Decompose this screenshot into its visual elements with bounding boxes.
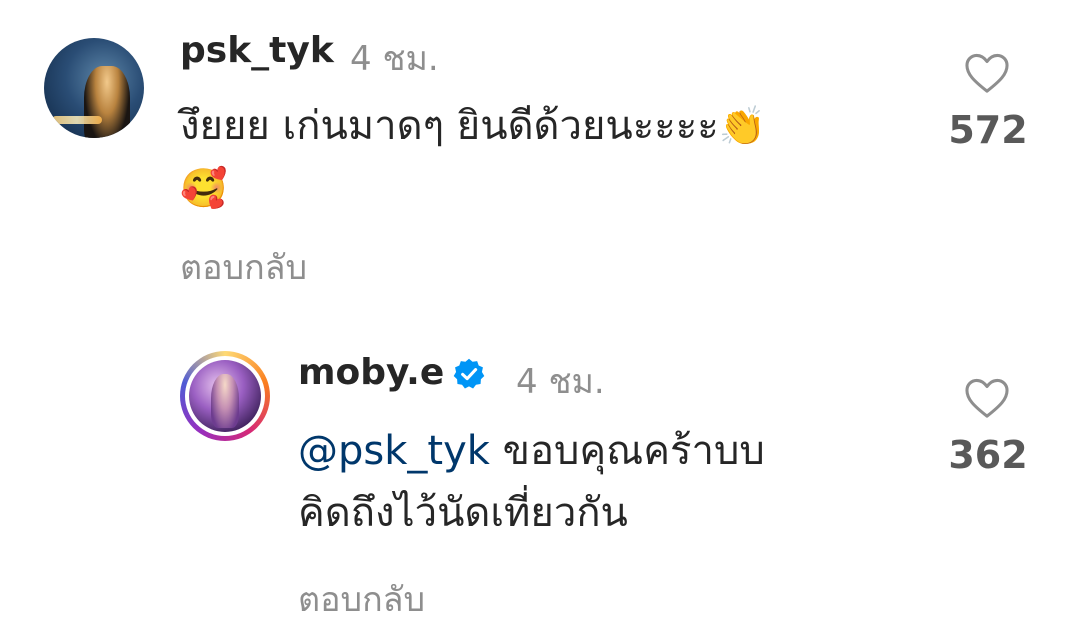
heart-outline-icon <box>965 53 1009 93</box>
avatar[interactable] <box>44 38 144 138</box>
reply-button[interactable]: ตอบกลับ <box>298 572 425 626</box>
clapping-hands-emoji: 👏 <box>718 104 767 148</box>
comment-timestamp: 4 ชม. <box>350 39 439 79</box>
avatar-story-ring[interactable] <box>180 351 270 441</box>
like-button[interactable] <box>964 52 1010 98</box>
comment-username[interactable]: psk_tyk <box>180 30 334 71</box>
comment-username[interactable]: moby.e <box>298 352 444 393</box>
verified-badge-icon <box>453 358 485 389</box>
comment-text: งึยยย เก่นมาดๆ ยินดีด้วยนะะะะ👏 🥰 <box>180 95 940 219</box>
like-button[interactable] <box>964 377 1010 423</box>
avatar-figure <box>211 374 239 428</box>
like-count: 362 <box>948 433 1028 477</box>
heart-outline-icon <box>965 378 1009 418</box>
comment-text-content: งึยยย เก่นมาดๆ ยินดีด้วยนะะะะ <box>180 103 719 149</box>
avatar-figure <box>84 66 130 138</box>
comment-text-line2: คิดถึงไว้นัดเที่ยวกัน <box>298 490 628 536</box>
like-count: 572 <box>948 108 1028 152</box>
mention-link[interactable]: @psk_tyk <box>298 428 490 474</box>
avatar-ring-gap <box>185 356 265 436</box>
reply-button[interactable]: ตอบกลับ <box>180 240 307 294</box>
smiling-face-hearts-emoji: 🥰 <box>180 166 228 210</box>
verified-badge <box>452 357 486 395</box>
comment-timestamp: 4 ชม. <box>516 362 605 402</box>
comment-text-line1: ขอบคุณคร้าบบ <box>502 428 765 474</box>
avatar <box>189 360 261 432</box>
avatar-lights <box>52 116 102 124</box>
comment-text: @psk_tyk ขอบคุณคร้าบบ คิดถึงไว้นัดเที่ยว… <box>298 420 918 544</box>
